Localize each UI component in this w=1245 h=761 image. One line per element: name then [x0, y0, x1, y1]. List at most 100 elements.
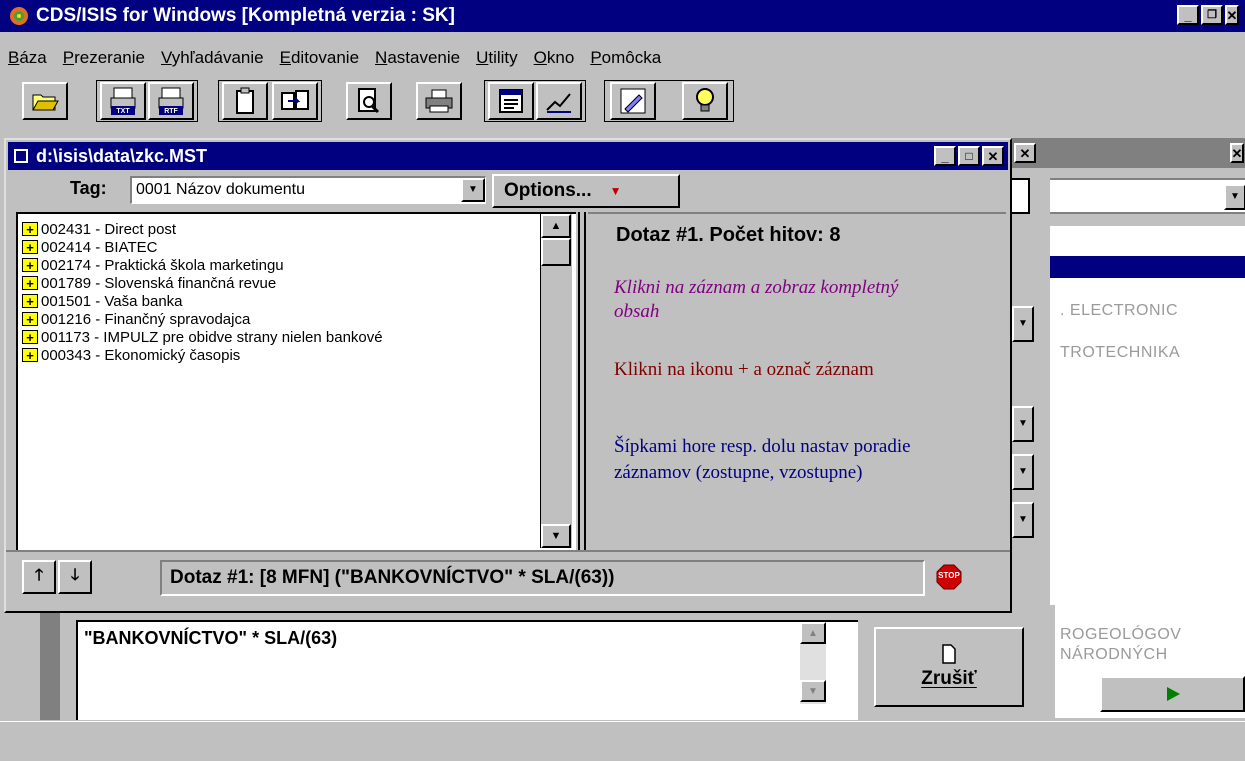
mst-close-button[interactable]: ✕ — [982, 146, 1004, 166]
options-button[interactable]: Options... ▼ — [492, 174, 680, 208]
record-title: Ekonomický časopis — [104, 346, 241, 364]
export-rtf-button[interactable]: RTF — [148, 82, 194, 120]
menu-okno[interactable]: Okno — [526, 44, 583, 72]
menu-pomocka[interactable]: Pomôcka — [582, 44, 669, 72]
record-title: IMPULZ pre obidve strany nielen bankové — [103, 328, 383, 346]
pencil-button[interactable] — [610, 82, 656, 120]
record-mfn: 002174 — [41, 256, 92, 274]
plus-icon[interactable]: + — [22, 276, 38, 290]
minimize-icon: _ — [1184, 7, 1192, 23]
plus-icon[interactable]: + — [22, 222, 38, 236]
hint-arrows: Šípkami hore resp. dolu nastav poradie z… — [614, 436, 911, 483]
stop-button[interactable]: STOP — [936, 564, 962, 590]
panel-splitter[interactable] — [578, 212, 586, 550]
stop-label: STOP — [938, 571, 960, 580]
menu-editovanie-label: ditovanie — [290, 48, 360, 67]
query-scroll-down[interactable]: ▼ — [800, 680, 826, 702]
plus-icon[interactable]: + — [22, 240, 38, 254]
query-scrollbar[interactable]: ▲ ▼ — [800, 622, 826, 704]
plus-icon[interactable]: + — [22, 258, 38, 272]
print-preview-icon — [358, 88, 380, 114]
menu-nastavenie[interactable]: Nastavenie — [367, 44, 468, 72]
sort-down-button[interactable]: 🡓 — [58, 560, 92, 594]
query-scroll-up[interactable]: ▲ — [800, 622, 826, 644]
export-txt-button[interactable]: TXT — [100, 82, 146, 120]
form-button[interactable] — [488, 82, 534, 120]
options-dropdown-icon: ▼ — [609, 184, 622, 198]
app-title: CDS/ISIS for Windows [Kompletná verzia :… — [36, 5, 455, 26]
app-status-bar — [0, 721, 1245, 761]
edit-chart-button[interactable] — [536, 82, 582, 120]
plus-icon[interactable]: + — [22, 294, 38, 308]
menu-prezeranie[interactable]: Prezeranie — [55, 44, 153, 72]
list-item[interactable]: +000343 - Ekonomický časopis — [22, 346, 576, 364]
app-minimize-button[interactable]: _ — [1177, 5, 1199, 25]
background-window-dropdown-button[interactable]: ▼ — [1224, 184, 1245, 210]
query-text: "BANKOVNÍCTVO" * SLA/(63) — [84, 628, 338, 648]
background-window-close-button-2[interactable]: ✕ — [1230, 143, 1244, 163]
records-list: +002431 - Direct post +002414 - BIATEC +… — [16, 212, 576, 550]
records-scroll-down[interactable]: ▼ — [541, 524, 571, 548]
tag-select-button[interactable]: ▼ — [461, 178, 485, 202]
records-scrollbar[interactable]: ▲ ▼ — [540, 214, 572, 548]
menu-prezeranie-label: rezeranie — [74, 48, 145, 67]
record-title: BIATEC — [104, 238, 158, 256]
mst-maximize-button[interactable]: □ — [958, 146, 980, 166]
list-item[interactable]: +001216 - Finančný spravodajca — [22, 310, 576, 328]
clipboard-button[interactable] — [222, 82, 268, 120]
list-item[interactable]: +001501 - Vaša banka — [22, 292, 576, 310]
background-window-field[interactable] — [1010, 178, 1030, 214]
tag-select[interactable]: 0001 Názov dokumentu ▼ — [130, 176, 486, 204]
list-item[interactable]: +002174 - Praktická škola marketingu — [22, 256, 576, 274]
mst-minimize-button[interactable]: _ — [934, 146, 956, 166]
run-button[interactable] — [1100, 676, 1245, 712]
sort-up-button[interactable]: 🡑 — [22, 560, 56, 594]
records-scroll-up[interactable]: ▲ — [541, 214, 571, 238]
cancel-button[interactable]: Zrušiť — [874, 627, 1024, 707]
query-textarea[interactable]: "BANKOVNÍCTVO" * SLA/(63) — [76, 620, 858, 720]
tag-label: Tag: — [70, 178, 107, 198]
list-item[interactable]: +001173 - IMPULZ pre obidve strany niele… — [22, 328, 576, 346]
record-mfn: 002414 — [41, 238, 92, 256]
bg-item-3: ROGEOLÓGOV — [1060, 626, 1182, 643]
plus-icon[interactable]: + — [22, 348, 38, 362]
menu-vyhladavanie[interactable]: Vyhľadávanie — [153, 44, 272, 72]
app-restore-button[interactable]: ❐ — [1201, 5, 1223, 25]
menu-pomocka-label: omôcka — [601, 48, 662, 67]
open-database-button[interactable] — [22, 82, 68, 120]
document-window-icon — [14, 149, 28, 163]
plus-icon[interactable]: + — [22, 330, 38, 344]
records-scroll-thumb[interactable] — [541, 238, 571, 266]
menu-utility[interactable]: Utility — [468, 44, 526, 72]
menu-baza[interactable]: Báza — [0, 44, 55, 72]
chevron-down-icon: ▼ — [1230, 191, 1240, 202]
bg-dropdown-button-1[interactable]: ▼ — [1012, 306, 1034, 342]
print-preview-button[interactable] — [346, 82, 392, 120]
record-title: Finančný spravodajca — [104, 310, 251, 328]
record-mfn: 001789 — [41, 274, 92, 292]
menu-okno-accel: O — [533, 48, 547, 67]
menu-bar: Báza Prezeranie Vyhľadávanie Editovanie … — [0, 44, 669, 72]
menu-editovanie[interactable]: Editovanie — [272, 44, 367, 72]
menu-nastavenie-label: astavenie — [387, 48, 461, 67]
plus-icon[interactable]: + — [22, 312, 38, 326]
list-item[interactable]: +002431 - Direct post — [22, 220, 576, 238]
form-icon — [499, 89, 523, 113]
help-button[interactable] — [682, 82, 728, 120]
arrow-down-icon: 🡓 — [70, 566, 80, 584]
bg-dropdown-button-3[interactable]: ▼ — [1012, 454, 1034, 490]
chevron-down-icon: ▼ — [1018, 318, 1028, 329]
copy-records-button[interactable] — [272, 82, 318, 120]
menu-okno-label: kno — [546, 48, 575, 67]
bg-item-4: NÁRODNÝCH — [1060, 646, 1168, 663]
background-window-close-button[interactable]: ✕ — [1014, 143, 1036, 163]
background-window-selection — [1050, 256, 1245, 278]
bg-dropdown-button-2[interactable]: ▼ — [1012, 406, 1034, 442]
hint-click-plus: Klikni na ikonu + a označ záznam — [614, 359, 874, 380]
bg-dropdown-button-4[interactable]: ▼ — [1012, 502, 1034, 538]
print-button[interactable] — [416, 82, 462, 120]
app-close-button[interactable]: ✕ — [1225, 5, 1239, 25]
background-window-dropdown[interactable] — [1050, 178, 1245, 214]
list-item[interactable]: +001789 - Slovenská finančná revue — [22, 274, 576, 292]
list-item[interactable]: +002414 - BIATEC — [22, 238, 576, 256]
